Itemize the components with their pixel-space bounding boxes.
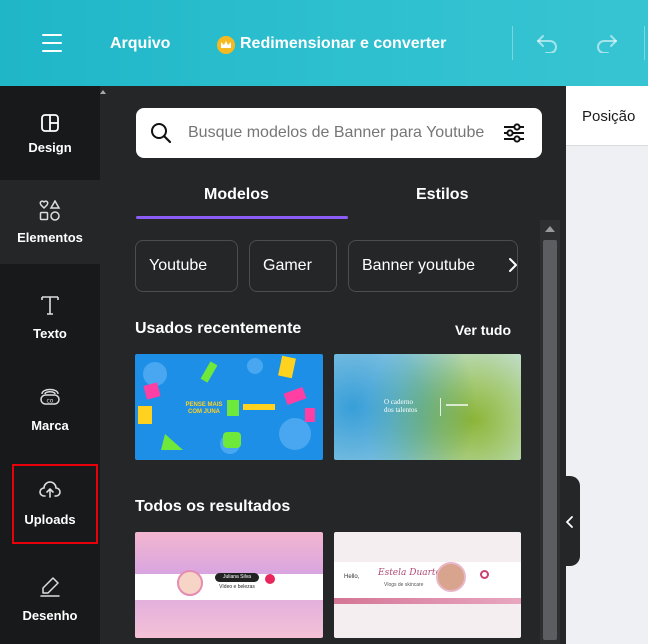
search-placeholder: Busque modelos de Banner para Youtube bbox=[188, 124, 485, 141]
svg-text:co: co bbox=[47, 398, 54, 405]
see-all-link[interactable]: Ver tudo bbox=[455, 322, 511, 338]
tab-estilos[interactable]: Estilos bbox=[416, 186, 468, 204]
recent-template-thumbnail[interactable]: PENSE MAIS COM JUNA bbox=[135, 354, 323, 460]
search-input[interactable]: Busque modelos de Banner para Youtube bbox=[136, 108, 542, 158]
sidebar-item-label: Design bbox=[28, 140, 72, 155]
recent-template-thumbnail[interactable]: O caderno dos talentos bbox=[334, 354, 521, 460]
scroll-up-arrow-icon[interactable] bbox=[545, 226, 555, 232]
shapes-icon bbox=[39, 199, 61, 227]
toolbar-divider bbox=[644, 26, 645, 60]
panel-scrollbar[interactable] bbox=[540, 220, 560, 644]
templates-panel: Busque modelos de Banner para Youtube Mo… bbox=[100, 86, 566, 644]
filter-sliders-icon[interactable] bbox=[502, 122, 526, 149]
thumbnail-text: Vídeo e belezas bbox=[219, 584, 255, 590]
sidebar-item-texto[interactable]: Texto bbox=[0, 274, 100, 358]
thumbnail-divider bbox=[440, 398, 441, 416]
chevron-left-icon bbox=[566, 516, 573, 528]
layout-icon bbox=[41, 114, 59, 137]
scrollbar-thumb[interactable] bbox=[543, 240, 557, 640]
avatar bbox=[177, 570, 203, 596]
toolbar-divider bbox=[512, 26, 513, 60]
thumbnail-text: O caderno bbox=[384, 398, 413, 406]
all-results-section-title: Todos os resultados bbox=[135, 498, 291, 515]
thumbnail-decoration bbox=[446, 404, 468, 406]
chip-banner-youtube[interactable]: Banner youtube bbox=[348, 240, 518, 292]
redo-icon[interactable] bbox=[596, 33, 618, 58]
resize-convert-button[interactable]: Redimensionar e converter bbox=[240, 35, 446, 53]
chip-youtube[interactable]: Youtube bbox=[135, 240, 238, 292]
sidebar-item-design[interactable]: Design bbox=[0, 86, 100, 170]
chip-label: Banner youtube bbox=[362, 257, 475, 274]
brand-icon: co bbox=[39, 384, 61, 411]
text-icon bbox=[40, 294, 60, 321]
sidebar-item-marca[interactable]: co Marca bbox=[0, 368, 100, 452]
sidebar-scroll-up-icon[interactable] bbox=[100, 90, 106, 94]
chip-gamer[interactable]: Gamer bbox=[249, 240, 337, 292]
top-toolbar: Arquivo Redimensionar e converter bbox=[0, 0, 648, 86]
sidebar-item-label: Elementos bbox=[17, 230, 83, 245]
sidebar-item-elementos[interactable]: Elementos bbox=[0, 180, 100, 264]
sidebar-item-desenho[interactable]: Desenho bbox=[0, 556, 100, 640]
result-template-thumbnail[interactable]: Juliana Silva Vídeo e belezas bbox=[135, 532, 323, 638]
uploads-highlight-box bbox=[12, 464, 98, 544]
result-template-thumbnail[interactable]: Hello, Estela Duarte Vlogs de skincare bbox=[334, 532, 521, 638]
file-menu-button[interactable]: Arquivo bbox=[110, 35, 170, 53]
sidebar-item-label: Desenho bbox=[22, 608, 78, 623]
undo-icon[interactable] bbox=[536, 33, 558, 58]
sidebar-item-label: Marca bbox=[31, 418, 69, 433]
side-navigation: Design Elementos Texto co Marca Uploads … bbox=[0, 86, 100, 644]
search-icon bbox=[150, 122, 172, 149]
subscribe-dot bbox=[265, 574, 275, 584]
tab-modelos[interactable]: Modelos bbox=[204, 186, 269, 204]
draw-icon bbox=[39, 576, 61, 603]
thumbnail-text: Hello, bbox=[344, 574, 360, 580]
position-button[interactable]: Posição bbox=[582, 108, 635, 125]
thumbnail-stripe bbox=[334, 598, 521, 604]
recent-section-title: Usados recentemente bbox=[135, 320, 302, 337]
crown-icon bbox=[217, 36, 235, 54]
thumbnail-text: Estela Duarte bbox=[378, 568, 441, 578]
active-tab-indicator bbox=[136, 216, 348, 219]
thumbnail-text: Juliana Silva bbox=[215, 573, 259, 582]
collapse-panel-button[interactable] bbox=[560, 476, 580, 566]
hamburger-menu-icon[interactable] bbox=[42, 34, 62, 52]
avatar bbox=[436, 562, 466, 592]
thumbnail-text: PENSE MAIS COM JUNA bbox=[185, 402, 223, 415]
thumbnail-text: dos talentos bbox=[384, 406, 418, 414]
sidebar-item-label: Texto bbox=[33, 326, 67, 341]
subscribe-dot bbox=[480, 570, 489, 579]
chevron-right-icon[interactable] bbox=[508, 257, 518, 278]
thumbnail-text: Vlogs de skincare bbox=[384, 582, 424, 588]
